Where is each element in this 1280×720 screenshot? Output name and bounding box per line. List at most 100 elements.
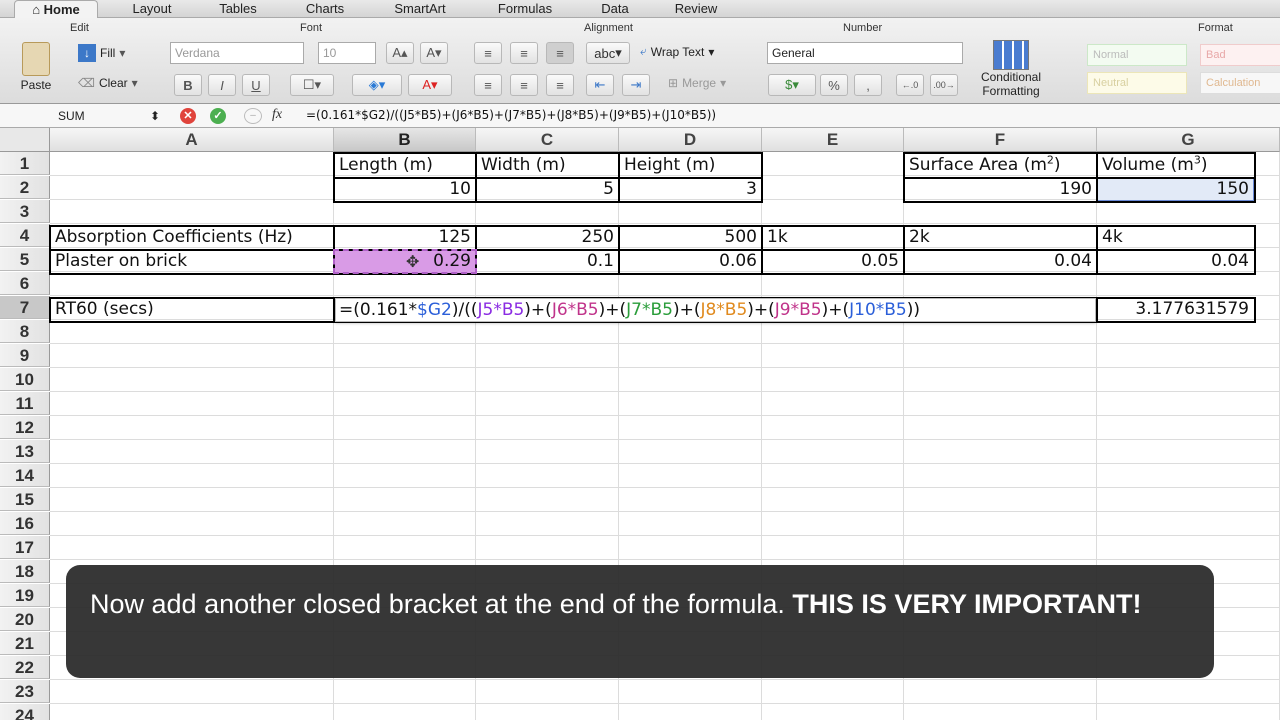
bold-button[interactable]: B	[174, 74, 202, 96]
cell-g4[interactable]: 4k	[1097, 226, 1254, 249]
row-header-18[interactable]: 18	[0, 560, 50, 583]
borders-icon[interactable]: ☐▾	[290, 74, 334, 96]
cell-c4[interactable]: 250	[476, 226, 619, 249]
merge-button[interactable]: ⊞ Merge ▾	[668, 76, 726, 90]
decrease-indent-icon[interactable]: ⇤	[586, 74, 614, 96]
function-icon[interactable]: –	[244, 108, 262, 124]
row-header-16[interactable]: 16	[0, 512, 50, 535]
column-header-f[interactable]: F	[904, 128, 1097, 152]
decrease-decimal-icon[interactable]: .00→	[930, 74, 958, 96]
text-orientation-button[interactable]: abc ▾	[586, 42, 630, 64]
font-name-select[interactable]: Verdana	[170, 42, 304, 64]
cell-f4[interactable]: 2k	[904, 226, 1097, 249]
row-header-6[interactable]: 6	[0, 272, 50, 295]
wrap-text-button[interactable]: ⤶ Wrap Text ▾	[640, 44, 714, 59]
align-left-icon[interactable]: ≡	[474, 74, 502, 96]
column-header-a[interactable]: A	[50, 128, 334, 152]
paste-button[interactable]: Paste	[16, 42, 56, 98]
cell-g5[interactable]: 0.04	[1097, 250, 1254, 273]
tab-home[interactable]: ⌂ Home	[14, 0, 98, 18]
column-header-g[interactable]: G	[1097, 128, 1280, 152]
cell-f5[interactable]: 0.04	[904, 250, 1097, 273]
cell-d4[interactable]: 500	[619, 226, 762, 249]
percent-button[interactable]: %	[820, 74, 848, 96]
increase-decimal-icon[interactable]: ←.0	[896, 74, 924, 96]
row-header-21[interactable]: 21	[0, 632, 50, 655]
cell-e5[interactable]: 0.05	[762, 250, 904, 273]
row-header-11[interactable]: 11	[0, 392, 50, 415]
cell-c2[interactable]: 5	[476, 178, 619, 201]
align-top-icon[interactable]: ≡	[474, 42, 502, 64]
style-calculation[interactable]: Calculation	[1200, 72, 1280, 94]
font-color-icon[interactable]: A▾	[408, 74, 452, 96]
cell-g1[interactable]: Volume (m3)	[1097, 154, 1254, 177]
cell-a5[interactable]: Plaster on brick	[50, 250, 334, 273]
font-shrink-icon[interactable]: A▾	[420, 42, 448, 64]
fill-button[interactable]: ↓ Fill ▾	[78, 44, 125, 62]
enter-icon[interactable]: ✓	[210, 108, 226, 124]
tab-formulas[interactable]: Formulas	[478, 0, 572, 18]
comma-button[interactable]: ,	[854, 74, 882, 96]
row-header-24[interactable]: 24	[0, 704, 50, 720]
style-neutral[interactable]: Neutral	[1087, 72, 1187, 94]
tab-tables[interactable]: Tables	[198, 0, 278, 18]
row-header-9[interactable]: 9	[0, 344, 50, 367]
cell-c5[interactable]: 0.1	[476, 250, 619, 273]
number-format-select[interactable]: General	[767, 42, 963, 64]
row-header-12[interactable]: 12	[0, 416, 50, 439]
row-header-1[interactable]: 1	[0, 152, 50, 175]
align-bottom-icon[interactable]: ≡	[546, 42, 574, 64]
align-right-icon[interactable]: ≡	[546, 74, 574, 96]
cancel-icon[interactable]: ✕	[180, 108, 196, 124]
row-header-19[interactable]: 19	[0, 584, 50, 607]
cell-d2[interactable]: 3	[619, 178, 762, 201]
increase-indent-icon[interactable]: ⇥	[622, 74, 650, 96]
row-header-15[interactable]: 15	[0, 488, 50, 511]
row-header-20[interactable]: 20	[0, 608, 50, 631]
cell-b2[interactable]: 10	[334, 178, 476, 201]
column-header-c[interactable]: C	[476, 128, 619, 152]
fx-label[interactable]: fx	[272, 107, 282, 123]
style-normal[interactable]: Normal	[1087, 44, 1187, 66]
select-all-corner[interactable]	[0, 128, 50, 152]
cell-b7-editor[interactable]: =(0.161*$G2)/((J5*B5)+(J6*B5)+(J7*B5)+(J…	[335, 298, 1096, 322]
row-header-3[interactable]: 3	[0, 200, 50, 223]
row-header-5[interactable]: 5	[0, 248, 50, 271]
cell-d1[interactable]: Height (m)	[619, 154, 762, 177]
align-center-icon[interactable]: ≡	[510, 74, 538, 96]
row-header-23[interactable]: 23	[0, 680, 50, 703]
cell-a7[interactable]: RT60 (secs)	[50, 298, 334, 321]
column-header-e[interactable]: E	[762, 128, 904, 152]
fill-color-icon[interactable]: ◈▾	[352, 74, 402, 96]
formula-input[interactable]: =(0.161*$G2)/((J5*B5)+(J6*B5)+(J7*B5)+(J…	[306, 108, 716, 122]
cell-d5[interactable]: 0.06	[619, 250, 762, 273]
align-middle-icon[interactable]: ≡	[510, 42, 538, 64]
column-header-d[interactable]: D	[619, 128, 762, 152]
cell-e4[interactable]: 1k	[762, 226, 904, 249]
row-header-14[interactable]: 14	[0, 464, 50, 487]
cell-b1[interactable]: Length (m)	[334, 154, 476, 177]
cell-f1[interactable]: Surface Area (m2)	[904, 154, 1097, 177]
clear-button[interactable]: ⌫ Clear ▾	[78, 76, 138, 90]
row-header-7[interactable]: 7	[0, 296, 50, 319]
tab-review[interactable]: Review	[656, 0, 736, 18]
tab-data[interactable]: Data	[584, 0, 646, 18]
cell-b4[interactable]: 125	[334, 226, 476, 249]
tab-layout[interactable]: Layout	[112, 0, 192, 18]
name-box[interactable]: SUM ⬍	[50, 106, 162, 126]
cell-a4[interactable]: Absorption Coefficients (Hz)	[50, 226, 334, 249]
style-bad[interactable]: Bad	[1200, 44, 1280, 66]
cell-g2[interactable]: 150	[1097, 178, 1254, 201]
tab-smartart[interactable]: SmartArt	[374, 0, 466, 18]
row-header-13[interactable]: 13	[0, 440, 50, 463]
cell-f2[interactable]: 190	[904, 178, 1097, 201]
row-header-10[interactable]: 10	[0, 368, 50, 391]
currency-icon[interactable]: $▾	[768, 74, 816, 96]
cell-c1[interactable]: Width (m)	[476, 154, 619, 177]
row-header-17[interactable]: 17	[0, 536, 50, 559]
font-grow-icon[interactable]: A▴	[386, 42, 414, 64]
row-header-2[interactable]: 2	[0, 176, 50, 199]
conditional-formatting-button[interactable]: Conditional Formatting	[974, 40, 1048, 100]
row-header-22[interactable]: 22	[0, 656, 50, 679]
font-size-select[interactable]: 10	[318, 42, 376, 64]
